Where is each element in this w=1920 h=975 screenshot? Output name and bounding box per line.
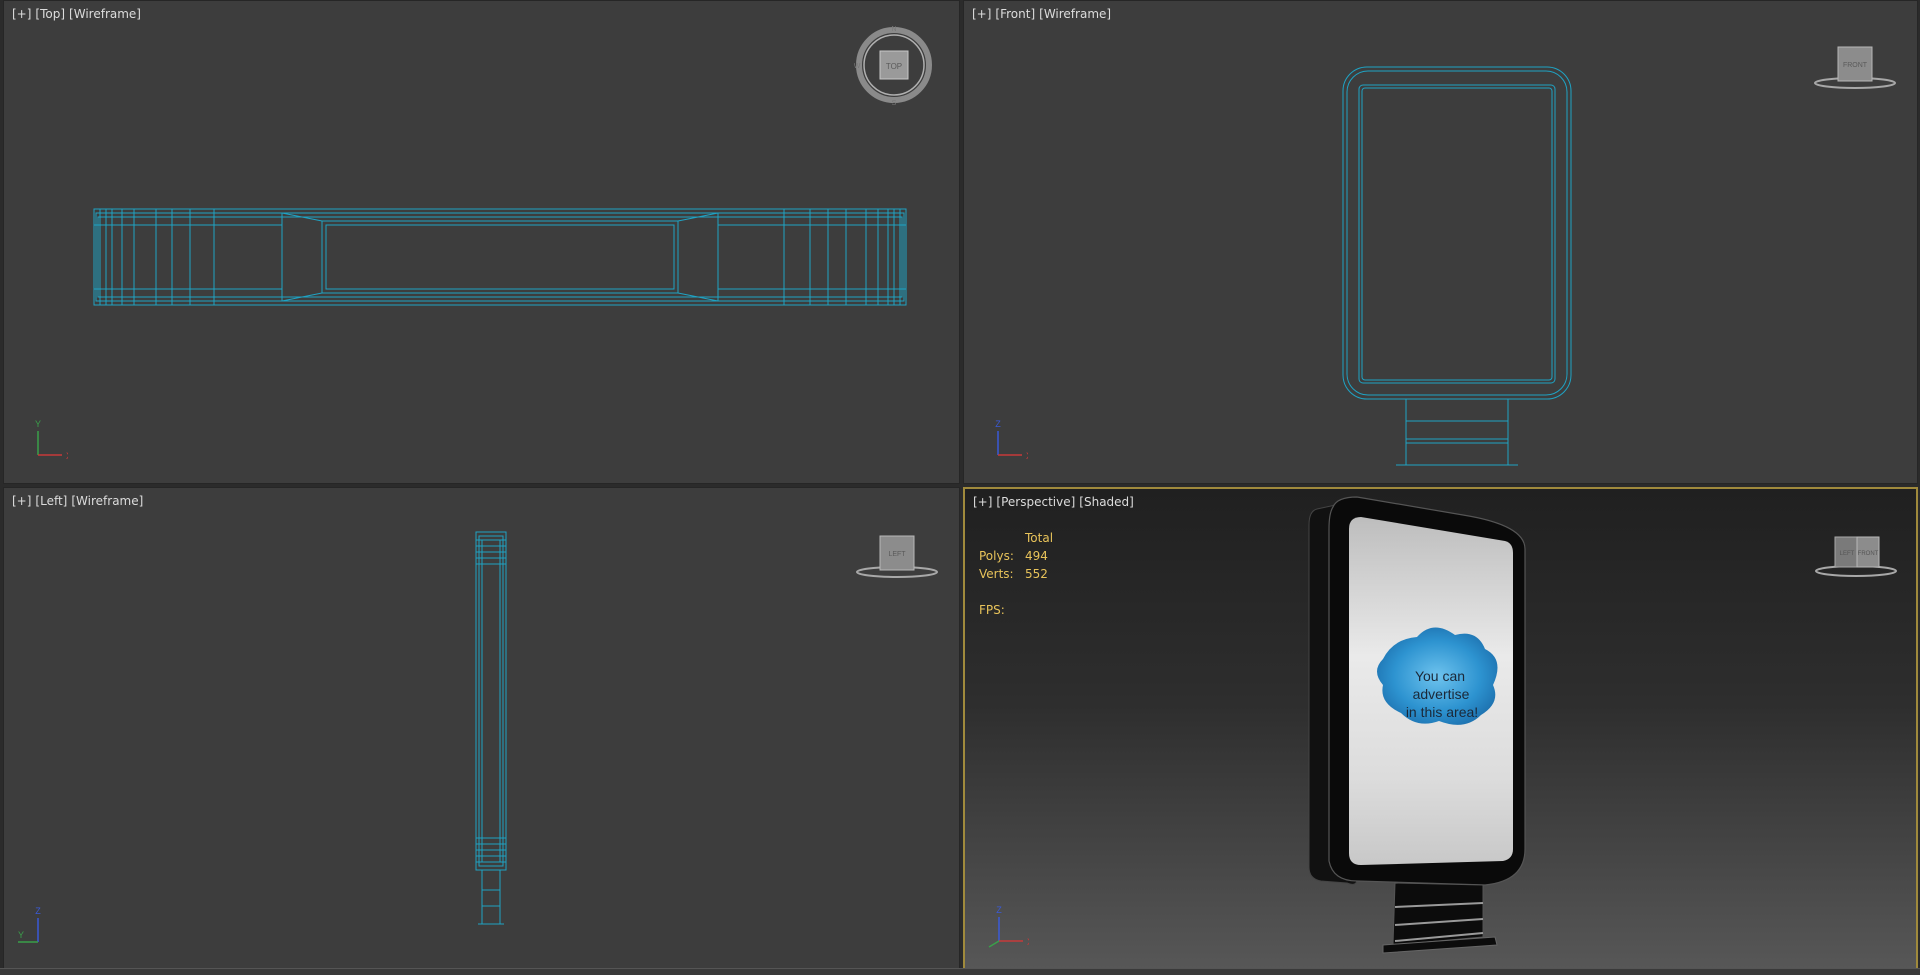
viewport-perspective-mode-menu[interactable]: [Shaded]	[1079, 495, 1134, 509]
compass-n-label: N	[891, 26, 896, 33]
axis-y-label: Y	[35, 419, 41, 429]
axis-tripod-perspective: Z X	[979, 901, 1033, 951]
stats-panel: Total Polys: 494 Verts: 552 FPS:	[979, 529, 1053, 619]
stats-polys-value: 494	[1025, 549, 1048, 563]
viewcube-top-label: TOP	[886, 62, 902, 71]
stats-verts-value: 552	[1025, 567, 1048, 581]
axis-x-label: X	[1026, 451, 1028, 461]
axis-z-label: Z	[995, 419, 1001, 429]
viewport-left-label[interactable]: [+] [Left] [Wireframe]	[12, 494, 143, 508]
front-wireframe-geometry	[1342, 66, 1572, 466]
billboard-text-line3: in this area!	[1406, 704, 1478, 720]
top-wireframe-geometry	[93, 208, 907, 306]
viewcube-left[interactable]: LEFT	[854, 532, 940, 582]
viewcube-perspective-left-label: LEFT	[1840, 551, 1855, 557]
viewport-top[interactable]: [+] [Top] [Wireframe] TOP N S W Y X	[3, 0, 960, 484]
axis-x-label: X	[66, 451, 68, 461]
viewcube-perspective[interactable]: LEFT FRONT	[1813, 531, 1899, 581]
viewport-front-view-menu[interactable]: [Front]	[995, 7, 1035, 21]
stats-polys-label: Polys:	[979, 549, 1014, 563]
viewport-top-mode-menu[interactable]: [Wireframe]	[69, 7, 141, 21]
compass-s-label: S	[892, 100, 897, 105]
viewport-top-view-menu[interactable]: [Top]	[35, 7, 65, 21]
axis-y-label: Y	[18, 930, 24, 940]
viewport-left-mode-menu[interactable]: [Wireframe]	[71, 494, 143, 508]
viewport-front-label[interactable]: [+] [Front] [Wireframe]	[972, 7, 1111, 21]
axis-tripod-front: Z X	[978, 415, 1032, 465]
viewport-front-plus-menu[interactable]: [+]	[972, 7, 991, 21]
viewcube-perspective-front-label: FRONT	[1858, 551, 1879, 557]
viewport-front-mode-menu[interactable]: [Wireframe]	[1039, 7, 1111, 21]
viewport-perspective-label[interactable]: [+] [Perspective] [Shaded]	[973, 495, 1134, 509]
axis-z-label: Z	[35, 906, 41, 916]
viewport-top-plus-menu[interactable]: [+]	[12, 7, 31, 21]
stats-fps-label: FPS:	[979, 603, 1005, 617]
viewport-perspective-view-menu[interactable]: [Perspective]	[996, 495, 1075, 509]
axis-tripod-top: Y X	[18, 415, 72, 465]
viewport-left-view-menu[interactable]: [Left]	[35, 494, 67, 508]
stats-total-label: Total	[1025, 531, 1054, 545]
viewcube-front-label: FRONT	[1843, 62, 1868, 69]
axis-tripod-left: Z Y	[18, 902, 68, 952]
perspective-billboard-render: You can advertise in this area!	[1308, 496, 1526, 954]
viewport-top-label[interactable]: [+] [Top] [Wireframe]	[12, 7, 141, 21]
compass-w-label: W	[854, 63, 861, 70]
billboard-text-line1: You can	[1415, 668, 1465, 684]
billboard-text-line2: advertise	[1413, 686, 1470, 702]
viewcube-left-label: LEFT	[888, 551, 906, 558]
axis-z-label: Z	[996, 905, 1002, 915]
stats-verts-label: Verts:	[979, 567, 1014, 581]
viewport-perspective[interactable]: You can advertise in this area! [+] [Per…	[963, 487, 1918, 971]
left-wireframe-geometry	[475, 531, 507, 925]
viewport-left[interactable]: [+] [Left] [Wireframe] LEFT Z Y	[3, 487, 960, 971]
viewcube-front[interactable]: FRONT	[1812, 43, 1898, 93]
status-bar	[0, 968, 1920, 975]
viewport-front[interactable]: [+] [Front] [Wireframe] FRONT Z X	[963, 0, 1918, 484]
axis-x-label: X	[1027, 937, 1029, 947]
viewport-perspective-plus-menu[interactable]: [+]	[973, 495, 992, 509]
viewcube-top[interactable]: TOP N S W	[854, 25, 934, 107]
viewport-left-plus-menu[interactable]: [+]	[12, 494, 31, 508]
